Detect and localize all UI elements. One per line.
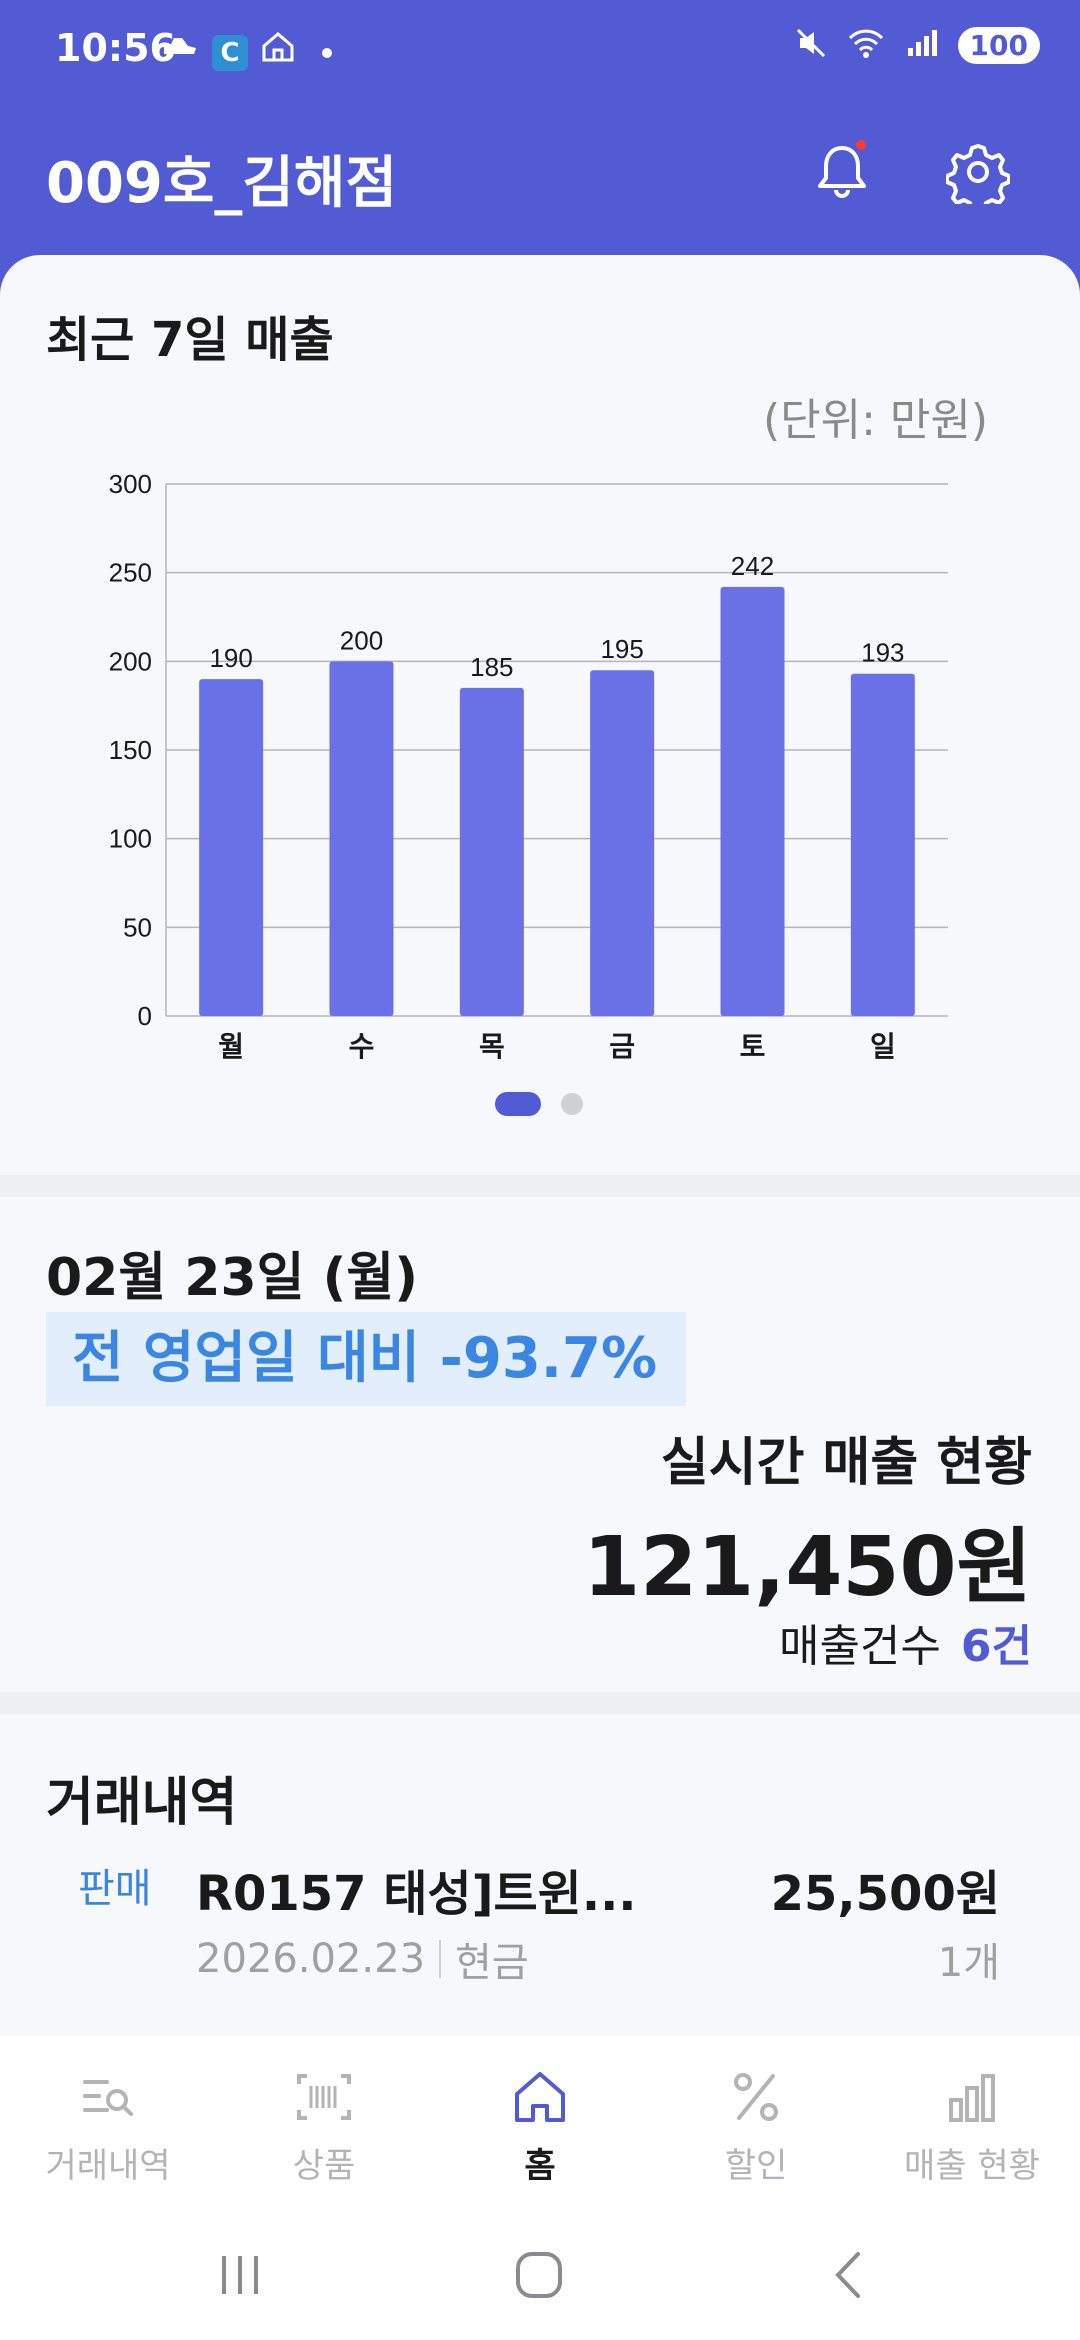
bar[interactable] xyxy=(590,670,655,1016)
realtime-sales-amount: 121,450원 xyxy=(583,1520,1032,1615)
status-time: 10:56 xyxy=(55,26,176,70)
nav-item-discount[interactable]: 할인 xyxy=(648,2036,864,2206)
x-tick-label: 토 xyxy=(740,1030,766,1063)
bar[interactable] xyxy=(329,661,394,1016)
transaction-type: 판매 xyxy=(78,1866,152,1912)
bar[interactable] xyxy=(199,679,264,1016)
pager-dot-active[interactable] xyxy=(495,1092,541,1116)
more-notifications-dot xyxy=(322,47,332,58)
nav-label: 상품 xyxy=(292,2146,356,2186)
back-icon[interactable] xyxy=(820,2250,880,2300)
home-icon xyxy=(515,2072,565,2122)
status-bar: 10:56 C 100 xyxy=(0,0,1080,100)
c-app-icon: C xyxy=(212,34,248,71)
nav-item-transactions[interactable]: 거래내역 xyxy=(0,2036,216,2206)
status-right-icons: 100 xyxy=(794,26,1040,64)
nav-item-products[interactable]: 상품 xyxy=(216,2036,432,2206)
list-search-icon xyxy=(83,2080,133,2116)
bar-value-label: 185 xyxy=(470,652,513,682)
compare-badge: 전 영업일 대비 -93.7% xyxy=(46,1312,686,1406)
mute-icon xyxy=(794,26,828,64)
transaction-payment: 현금 xyxy=(455,1940,529,1986)
bar[interactable] xyxy=(850,673,915,1016)
section-divider xyxy=(0,1175,1080,1197)
bar-value-label: 193 xyxy=(861,638,904,668)
bar[interactable] xyxy=(459,687,524,1016)
nav-label: 홈 xyxy=(524,2146,556,2186)
transactions-title: 거래내역 xyxy=(46,1773,238,1833)
section-divider xyxy=(0,1692,1080,1714)
nav-label: 매출 현황 xyxy=(904,2146,1040,2186)
bar-chart-icon xyxy=(949,2074,995,2122)
system-navigation-bar xyxy=(0,2206,1080,2340)
sales-count-row: 매출건수 6건 xyxy=(779,1610,1032,1674)
status-notification-icons: C xyxy=(160,30,332,75)
delivery-icon xyxy=(160,30,200,75)
chart-title: 최근 7일 매출 xyxy=(46,312,334,368)
weekly-sales-bar-chart: 0 50 100 150 200 250 300 190 월 200 수 185 목 195 금 242 토 19… xyxy=(109,469,948,1063)
y-tick-label: 150 xyxy=(109,735,152,765)
meta-separator xyxy=(439,1940,442,1978)
home-button-icon[interactable] xyxy=(510,2250,570,2300)
barcode-icon xyxy=(297,2074,351,2120)
sales-count-value: 6건 xyxy=(960,1621,1032,1672)
realtime-sales-label: 실시간 매출 현황 xyxy=(660,1433,1032,1493)
y-tick-label: 300 xyxy=(109,469,152,499)
transaction-qty: 1개 xyxy=(937,1940,1000,1986)
store-title: 009호_김해점 xyxy=(46,151,397,216)
recents-icon[interactable] xyxy=(210,2250,270,2300)
chart-pager[interactable] xyxy=(495,1092,583,1116)
y-tick-label: 200 xyxy=(109,646,152,676)
y-tick-label: 0 xyxy=(138,1001,152,1031)
transaction-date: 2026.02.23 xyxy=(196,1936,426,1982)
bar-value-label: 195 xyxy=(600,634,643,664)
transaction-amount: 25,500원 xyxy=(770,1866,1000,1922)
sales-date: 02월 23일 (월) xyxy=(46,1248,418,1308)
sales-count-label: 매출건수 xyxy=(778,1621,941,1672)
nav-item-home[interactable]: 홈 xyxy=(432,2036,648,2206)
transaction-meta: 2026.02.23 현금 xyxy=(196,1930,529,1988)
bar-value-label: 200 xyxy=(340,625,383,655)
x-tick-label: 수 xyxy=(349,1030,375,1063)
bar-value-label: 190 xyxy=(209,643,252,673)
x-tick-label: 목 xyxy=(479,1030,505,1063)
x-tick-label: 월 xyxy=(218,1030,244,1063)
nav-item-sales-status[interactable]: 매출 현황 xyxy=(864,2036,1080,2206)
notification-badge xyxy=(856,140,866,150)
percent-icon xyxy=(734,2073,778,2121)
pager-dot[interactable] xyxy=(561,1093,583,1115)
x-tick-label: 일 xyxy=(870,1030,896,1063)
transaction-name: R0157 태성]트윈... xyxy=(196,1866,637,1922)
y-tick-label: 50 xyxy=(123,912,152,942)
y-tick-label: 250 xyxy=(109,558,152,588)
home-status-icon xyxy=(260,30,296,75)
notification-bell-icon[interactable] xyxy=(810,140,874,204)
nav-label: 거래내역 xyxy=(45,2146,171,2186)
bar-value-label: 242 xyxy=(731,551,774,581)
settings-gear-icon[interactable] xyxy=(946,140,1010,204)
nav-label: 할인 xyxy=(724,2146,788,2186)
wifi-icon xyxy=(846,26,886,64)
chart-unit: (단위: 만원) xyxy=(762,395,988,446)
x-tick-label: 금 xyxy=(609,1030,635,1063)
bar[interactable] xyxy=(720,586,785,1016)
signal-icon xyxy=(904,26,940,64)
battery-indicator: 100 xyxy=(957,26,1040,64)
y-tick-label: 100 xyxy=(109,824,152,854)
bottom-navigation: 거래내역 상품 홈 할인 매출 현황 xyxy=(0,2036,1080,2206)
